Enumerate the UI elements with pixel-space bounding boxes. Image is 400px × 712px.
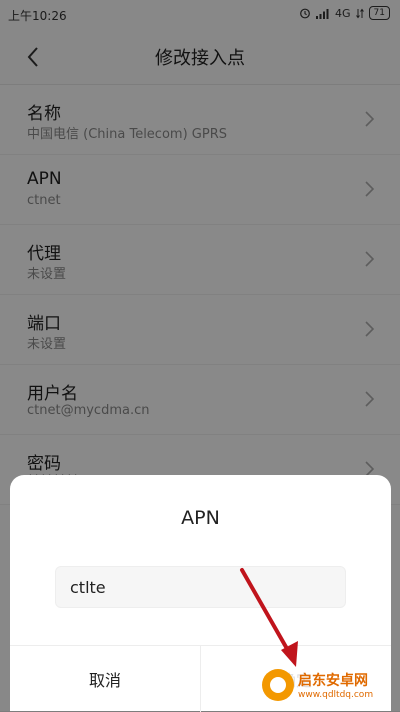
dialog-title: APN [181, 507, 220, 529]
watermark: 启东安卓网 www.qdltdq.com [262, 663, 396, 707]
watermark-url: www.qdltdq.com [298, 690, 374, 700]
cancel-button[interactable]: 取消 [10, 646, 200, 712]
apn-input[interactable] [55, 566, 346, 608]
watermark-logo-icon [262, 669, 294, 701]
watermark-name: 启东安卓网 [298, 673, 368, 689]
